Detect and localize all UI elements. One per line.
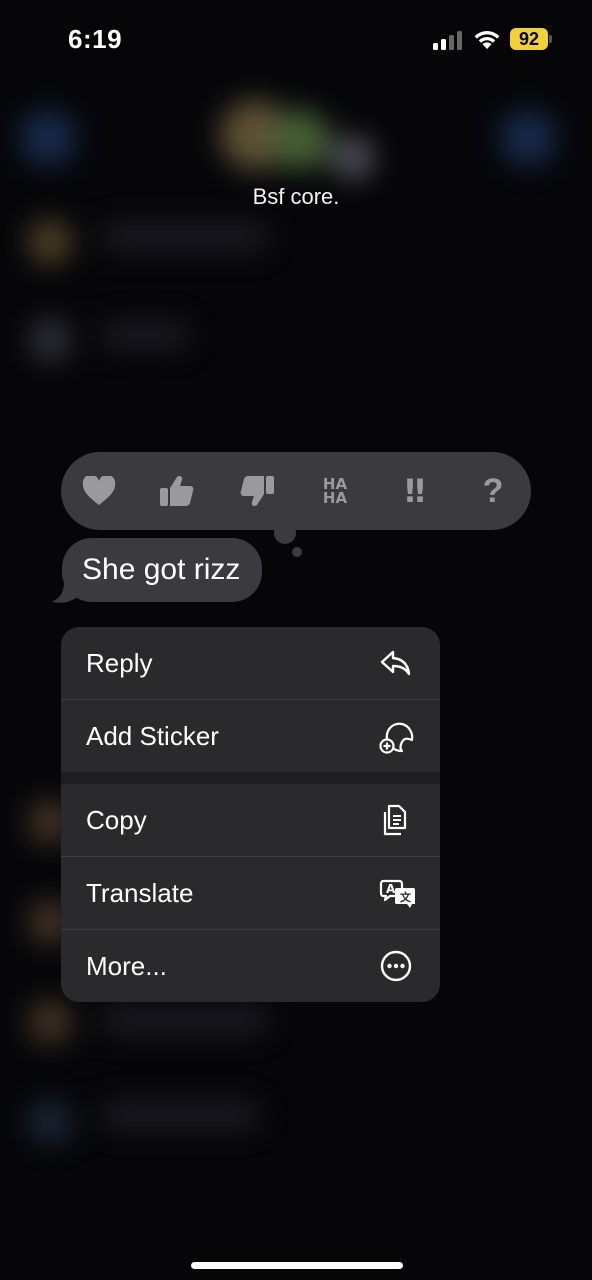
menu-group-divider [61, 772, 440, 784]
menu-item-more[interactable]: More... [61, 930, 440, 1002]
menu-item-copy[interactable]: Copy [61, 784, 440, 856]
thumbs-up-icon [160, 476, 194, 506]
reaction-thumbs-up[interactable] [157, 471, 197, 511]
reaction-pointer-dot-small [292, 547, 302, 557]
menu-item-label: Reply [86, 648, 153, 678]
menu-item-translate[interactable]: Translate A 文 [61, 857, 440, 929]
reaction-pointer-dot [274, 522, 296, 544]
menu-item-reply[interactable]: Reply [61, 627, 440, 699]
battery-tip [549, 35, 552, 43]
menu-item-label: Copy [86, 805, 147, 835]
reaction-emphasize[interactable]: ‼ [395, 471, 435, 511]
copy-icon [383, 804, 407, 836]
context-menu: Reply Add Sticker Copy Translate A 文 Mor… [61, 627, 440, 1002]
menu-item-label: Translate [86, 878, 194, 908]
reaction-heart[interactable] [79, 471, 119, 511]
more-icon [380, 950, 412, 982]
reaction-question[interactable]: ? [473, 471, 513, 511]
reaction-bar: HA HA ‼ ? [61, 452, 531, 530]
menu-item-add-sticker[interactable]: Add Sticker [61, 700, 440, 772]
haha-icon: HA HA [322, 475, 348, 507]
screen: 6:19 92 Bsf core. HA HA ‼ ? She got rizz… [0, 0, 592, 1280]
cellular-signal-icon [433, 30, 465, 50]
chat-title[interactable]: Bsf core. [0, 184, 592, 210]
svg-text:A: A [386, 882, 396, 896]
reaction-thumbs-down[interactable] [237, 471, 277, 511]
home-indicator[interactable] [191, 1262, 403, 1269]
message-bubble[interactable]: She got rizz [62, 538, 263, 602]
reply-icon [380, 650, 411, 676]
svg-text:文: 文 [400, 890, 412, 904]
reaction-haha[interactable]: HA HA [315, 471, 355, 511]
wifi-icon [474, 31, 500, 49]
menu-item-label: Add Sticker [86, 721, 219, 751]
sticker-icon [379, 722, 414, 754]
double-exclamation-icon: ‼ [404, 472, 426, 510]
thumbs-down-icon [240, 476, 274, 506]
status-time: 6:19 [68, 24, 123, 54]
status-bar: 6:19 92 [0, 0, 592, 80]
question-icon: ? [482, 471, 504, 510]
menu-item-label: More... [86, 951, 167, 981]
translate-icon: A 文 [379, 879, 415, 908]
battery-indicator: 92 [510, 28, 548, 50]
heart-icon [82, 476, 116, 505]
